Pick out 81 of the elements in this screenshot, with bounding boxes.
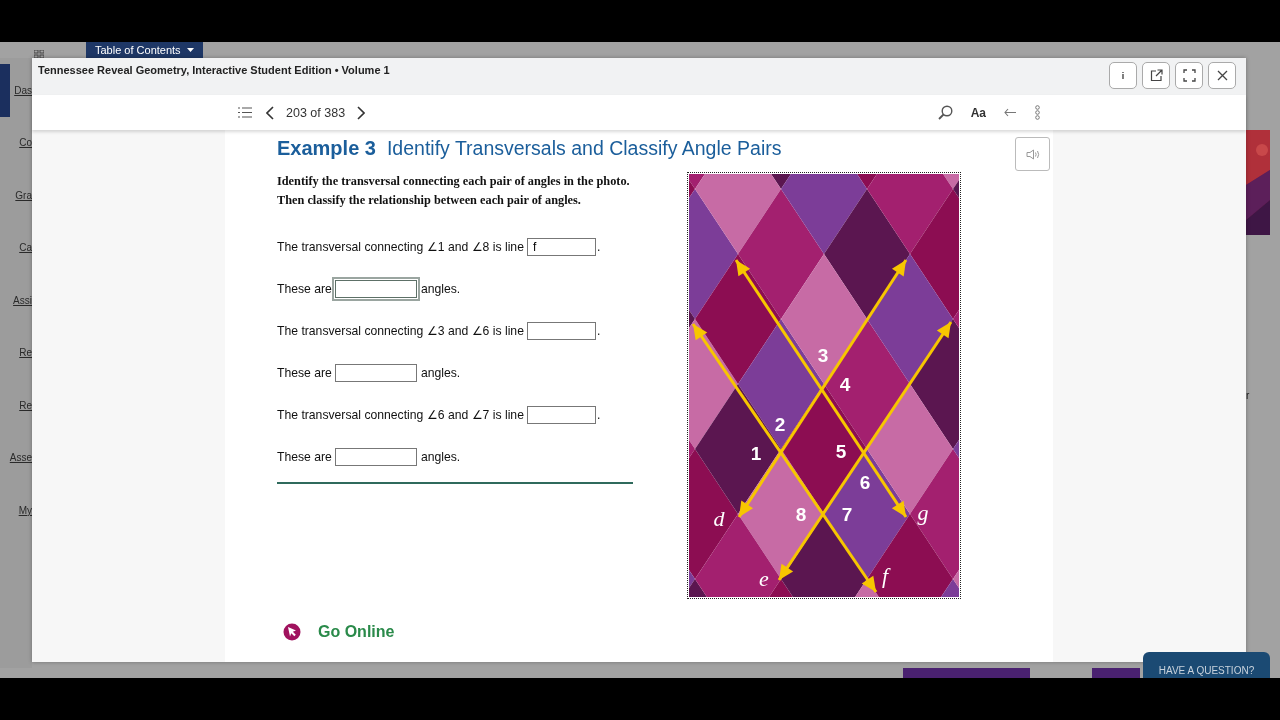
font-size-button[interactable]: Aa xyxy=(968,103,988,122)
app-grid-icon[interactable] xyxy=(34,50,44,59)
nav-link[interactable]: My xyxy=(18,504,32,516)
angle-label: 2 xyxy=(774,414,786,435)
angle-label: 8 xyxy=(795,504,807,525)
table-of-contents-button[interactable]: Table of Contents xyxy=(86,42,203,58)
nav-item[interactable]: My xyxy=(0,484,32,537)
nav-link[interactable]: Das xyxy=(14,84,32,96)
more-options-button[interactable] xyxy=(1033,103,1042,122)
list-icon xyxy=(238,107,252,118)
nav-item[interactable]: Asse xyxy=(0,431,32,484)
go-online-link[interactable]: Go Online xyxy=(318,623,395,641)
angle-label: 5 xyxy=(835,441,847,462)
external-link-icon xyxy=(1149,69,1163,82)
tile-strip xyxy=(1092,668,1140,678)
answer-field[interactable]: f xyxy=(526,238,596,256)
open-external-button[interactable] xyxy=(1142,62,1170,89)
nav-link[interactable]: Gra xyxy=(15,189,32,201)
question-text: angles. xyxy=(420,366,461,380)
nav-link[interactable]: Ca xyxy=(19,242,32,254)
nav-link[interactable]: Co xyxy=(19,137,32,149)
question-text: . xyxy=(596,408,601,422)
answer-field[interactable] xyxy=(334,364,417,382)
contents-list-button[interactable] xyxy=(236,105,254,120)
angle-label: 6 xyxy=(859,472,871,493)
line-label: g xyxy=(917,500,929,525)
question-text: These are xyxy=(277,450,332,464)
page-indicator: 203 of 383 xyxy=(286,105,346,120)
more-icon xyxy=(1035,105,1040,120)
label-text: r xyxy=(1246,390,1250,401)
nav-item[interactable]: Re xyxy=(0,379,32,432)
info-button[interactable]: i xyxy=(1109,62,1137,89)
question-text: These are xyxy=(277,366,332,380)
answer-field[interactable] xyxy=(526,406,596,424)
line-label: d xyxy=(713,506,725,531)
question-text: The transversal connecting ∠3 and ∠6 is line xyxy=(277,324,524,338)
angle-label: 1 xyxy=(750,443,762,464)
nav-link[interactable]: Re xyxy=(19,347,32,359)
close-button[interactable] xyxy=(1208,62,1236,89)
question-text: The transversal connecting ∠6 and ∠7 is line xyxy=(277,408,524,422)
example-number: Example 3 xyxy=(277,137,376,160)
close-icon xyxy=(1216,70,1228,81)
back-arrow-icon xyxy=(1004,108,1017,117)
instruction-text: Then classify the relationship between each pair of angles. xyxy=(277,192,582,209)
fullscreen-icon xyxy=(1182,69,1196,82)
angle-label: 3 xyxy=(817,345,829,366)
nav-item[interactable]: Co xyxy=(0,116,32,169)
angle-label: 4 xyxy=(839,374,851,395)
chevron-right-icon xyxy=(357,105,366,120)
answer-field[interactable] xyxy=(334,280,417,298)
question-text: The transversal connecting ∠1 and ∠8 is line xyxy=(277,240,524,254)
question-text: angles. xyxy=(420,450,461,464)
question-text: These are xyxy=(277,282,332,296)
question-text: angles. xyxy=(420,282,461,296)
line-label: f xyxy=(881,563,889,588)
back-button[interactable] xyxy=(1002,106,1019,119)
fullscreen-button[interactable] xyxy=(1175,62,1203,89)
nav-link[interactable]: Asse xyxy=(9,452,32,464)
nav-item[interactable]: Gra xyxy=(0,169,32,222)
caret-icon xyxy=(186,48,194,52)
nav-link[interactable]: Assi xyxy=(13,294,32,306)
example-title: Identify Transversals and Classify Angle Pairs xyxy=(386,137,782,160)
chevron-left-icon xyxy=(266,105,274,120)
speaker-icon xyxy=(1025,148,1040,160)
nav-item[interactable]: Assi xyxy=(0,274,32,327)
cursor-click-icon xyxy=(283,623,301,641)
line-label: e xyxy=(759,566,769,591)
answer-field[interactable] xyxy=(526,322,596,340)
nav-item[interactable]: Re xyxy=(0,326,32,379)
instruction-text: Identify the transversal connecting each pair of angles in the photo. xyxy=(277,173,631,190)
question-text: . xyxy=(596,324,601,338)
previous-page-button[interactable] xyxy=(264,103,276,122)
angle-label: 7 xyxy=(841,504,853,525)
question-text: . xyxy=(596,240,601,254)
next-page-button[interactable] xyxy=(355,103,368,122)
nav-item[interactable]: Ca xyxy=(0,221,32,274)
search-icon xyxy=(937,105,953,120)
nav-link[interactable]: Re xyxy=(19,399,32,411)
help-button[interactable]: HAVE A QUESTION? xyxy=(1143,652,1270,678)
answer-field[interactable] xyxy=(334,448,417,466)
book-title: Tennessee Reveal Geometry, Interactive Student Edition • Volume 1 xyxy=(38,64,390,76)
